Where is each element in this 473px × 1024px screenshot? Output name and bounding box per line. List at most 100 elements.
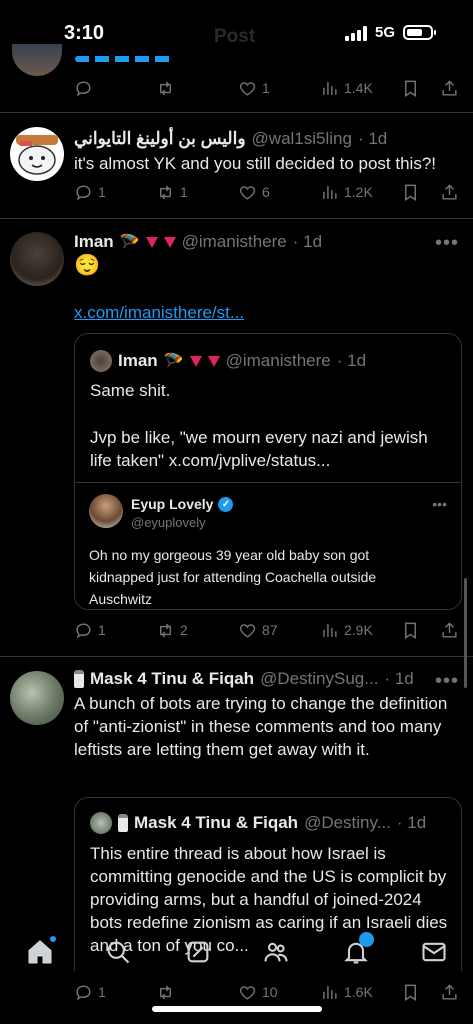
timestamp: · 1d	[357, 129, 388, 148]
divider	[0, 218, 473, 219]
handle: @eyuplovely	[131, 515, 206, 530]
display-name: Eyup Lovely	[131, 496, 214, 512]
retweet-icon	[160, 81, 171, 95]
reply-button[interactable]	[74, 79, 98, 98]
reply-icon	[76, 184, 91, 200]
like-button[interactable]: 1	[238, 79, 270, 98]
retweet-icon	[160, 185, 171, 199]
quote-text: Jvp be like, "we mourn every nazi and je…	[90, 428, 428, 470]
reply-button[interactable]: 1	[74, 183, 106, 202]
display-name[interactable]: Iman	[74, 232, 114, 252]
parachute-emoji: 🪂	[163, 353, 184, 370]
scroll-indicator[interactable]	[464, 578, 467, 688]
views-button[interactable]: 2.9K	[320, 621, 373, 640]
post-header: Iman 🪂 @imanisthere · 1d	[74, 232, 322, 252]
views-icon	[323, 623, 337, 637]
retweet-button[interactable]: 2	[156, 621, 188, 640]
action-bar: 1 10 1.6K	[74, 981, 466, 1003]
home-indicator[interactable]	[152, 1006, 322, 1012]
retweet-button[interactable]: 1	[156, 183, 188, 202]
retweet-button[interactable]	[156, 79, 180, 98]
tab-notifications[interactable]	[342, 932, 374, 966]
more-options-icon[interactable]: •••	[435, 671, 459, 691]
bookmark-button[interactable]	[401, 983, 420, 1002]
more-options-icon[interactable]: •••	[435, 233, 459, 253]
home-icon	[28, 940, 52, 964]
views-button[interactable]: 1.4K	[320, 79, 373, 98]
milk-bottle-icon	[74, 670, 84, 688]
messages-icon	[422, 942, 446, 962]
share-icon	[442, 983, 457, 1000]
bookmark-icon	[405, 184, 416, 201]
divider	[75, 482, 461, 483]
signal-icon	[344, 25, 367, 41]
tab-search[interactable]	[104, 938, 132, 966]
tab-home[interactable]	[26, 936, 56, 966]
quoted-post[interactable]: Iman 🪂 @imanisthere · 1d Same shit. Jvp …	[74, 333, 462, 610]
like-button[interactable]: 87	[238, 621, 278, 640]
heart-icon	[239, 185, 256, 200]
timestamp: · 1d	[336, 351, 367, 370]
handle[interactable]: @DestinySug...	[260, 669, 378, 689]
tab-communities[interactable]	[262, 938, 290, 966]
embed-text: Oh no my gorgeous 39 year old baby son g…	[89, 547, 377, 607]
bookmark-icon	[405, 80, 416, 97]
reply-icon	[76, 80, 91, 96]
communities-icon	[264, 942, 288, 962]
share-button[interactable]	[440, 183, 459, 202]
display-name: Iman	[118, 351, 158, 370]
like-button[interactable]: 10	[238, 983, 278, 1002]
network-label: 5G	[374, 24, 395, 41]
avatar[interactable]	[10, 127, 64, 181]
grok-icon	[187, 941, 209, 963]
action-bar: 1 2 87 2.9K	[74, 619, 466, 641]
like-button[interactable]: 6	[238, 183, 270, 202]
avatar[interactable]	[10, 671, 64, 725]
header-title-faded: Post	[214, 26, 256, 47]
milk-bottle-icon	[118, 814, 128, 832]
share-button[interactable]	[440, 79, 459, 98]
timestamp: · 1d	[292, 232, 323, 251]
parachute-emoji: 🪂	[119, 234, 140, 251]
share-button[interactable]	[440, 983, 459, 1002]
heart-icon	[239, 81, 256, 96]
display-name[interactable]: واليس بن أولينغ التايواني	[74, 129, 246, 149]
heart-icon	[239, 985, 256, 1000]
handle[interactable]: @wal1si5ling	[252, 129, 352, 149]
handle[interactable]: @imanisthere	[182, 232, 287, 252]
views-icon	[323, 185, 337, 199]
views-icon	[323, 985, 337, 999]
share-icon	[442, 621, 457, 638]
display-name[interactable]: Mask 4 Tinu & Fiqah	[90, 669, 254, 689]
retweet-button[interactable]	[156, 983, 180, 1002]
views-button[interactable]: 1.6K	[320, 983, 373, 1002]
bookmark-button[interactable]	[401, 183, 420, 202]
red-triangle-icon	[163, 236, 176, 248]
bookmark-button[interactable]	[401, 621, 420, 640]
divider	[0, 656, 473, 657]
bottom-tab-bar	[0, 928, 473, 978]
status-indicators: 5G	[344, 24, 436, 41]
display-name: Mask 4 Tinu & Fiqah	[134, 813, 299, 832]
divider	[0, 112, 473, 113]
retweet-icon	[160, 623, 171, 637]
post-header: Mask 4 Tinu & Fiqah @DestinySug... · 1d	[74, 669, 414, 689]
search-icon	[107, 941, 130, 964]
quote-header: Mask 4 Tinu & Fiqah @Destiny... · 1d	[90, 812, 426, 834]
action-bar: 1 1 6 1.2K	[74, 181, 466, 203]
status-bar: 3:10 Post 5G	[0, 0, 473, 70]
views-button[interactable]: 1.2K	[320, 183, 373, 202]
post-link[interactable]: x.com/imanisthere/st...	[74, 301, 464, 324]
views-icon	[323, 81, 337, 95]
tab-messages[interactable]	[420, 938, 448, 966]
reply-button[interactable]: 1	[74, 983, 106, 1002]
tab-grok[interactable]	[184, 938, 212, 966]
red-triangle-icon	[207, 355, 220, 367]
embed-header: Eyup Lovely ✓	[131, 496, 234, 512]
reply-button[interactable]: 1	[74, 621, 106, 640]
bookmark-button[interactable]	[401, 79, 420, 98]
share-button[interactable]	[440, 621, 459, 640]
avatar[interactable]	[10, 232, 64, 286]
status-time: 3:10	[64, 22, 105, 44]
handle: @imanisthere	[225, 351, 331, 370]
